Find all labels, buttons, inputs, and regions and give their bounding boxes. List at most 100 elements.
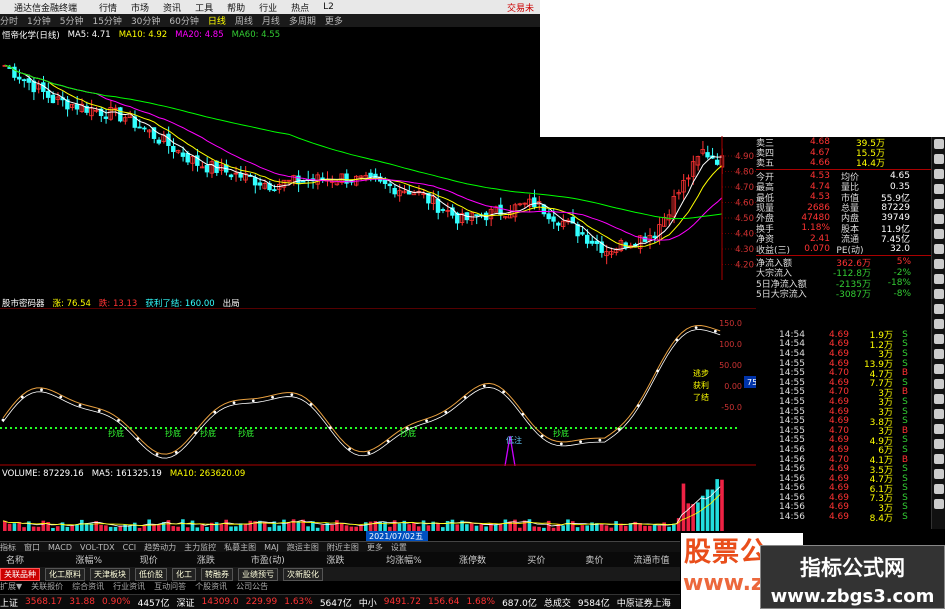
indicator-tab[interactable]: 主力监控 [184, 542, 216, 553]
tool-icon[interactable] [933, 259, 944, 269]
menu-item[interactable]: L2 [323, 2, 334, 12]
tool-icon[interactable] [933, 199, 944, 209]
column-header-cell[interactable]: 涨跌 [301, 553, 370, 566]
menu-item[interactable]: 工具 [195, 1, 213, 14]
column-header-cell[interactable]: 均涨幅% [370, 553, 439, 566]
period-tab[interactable]: 60分钟 [169, 14, 198, 27]
tick-side: S [902, 502, 908, 513]
tool-icon[interactable] [933, 319, 944, 329]
period-tab[interactable]: 更多 [325, 14, 343, 27]
signal-dot [136, 437, 140, 441]
tool-icon[interactable] [933, 184, 944, 194]
menu-item[interactable]: 行业 [259, 1, 277, 14]
tool-icon[interactable] [933, 439, 944, 449]
period-tab[interactable]: 多周期 [289, 14, 316, 27]
tool-icon[interactable] [933, 169, 944, 179]
candle-body [257, 182, 263, 186]
indicator-tab[interactable]: 趋势动力 [144, 542, 176, 553]
period-tab[interactable]: 周线 [235, 14, 253, 27]
tick-side: S [902, 377, 908, 388]
news-tab[interactable]: 互动问答 [154, 581, 186, 592]
news-tab[interactable]: 扩展▼ [0, 581, 22, 592]
trade-button[interactable]: 交易未 [507, 1, 534, 14]
index-label[interactable]: 上证 [0, 596, 18, 609]
column-header-cell[interactable]: 涨跌 [177, 553, 234, 566]
indicator-tab[interactable]: MACD [48, 543, 72, 552]
tool-icon[interactable] [933, 379, 944, 389]
menu-item[interactable]: 市场 [131, 1, 149, 14]
period-tab[interactable]: 月线 [262, 14, 280, 27]
sector-tag[interactable]: 业绩预亏 [238, 567, 278, 581]
tick-time: 14:54 [779, 339, 805, 350]
column-header-cell[interactable]: 涨停数 [438, 553, 507, 566]
tool-icon[interactable] [933, 139, 944, 149]
tool-icon[interactable] [933, 454, 944, 464]
indicator-tab[interactable]: 窗口 [24, 542, 40, 553]
sector-tag[interactable]: 关联品种 [0, 567, 40, 581]
column-header-cell[interactable]: 现价 [120, 553, 177, 566]
column-header-cell[interactable]: 名称 [0, 553, 57, 566]
column-header-cell[interactable]: 流通市值 [623, 553, 680, 566]
indicator-tab[interactable]: MAJ [264, 543, 279, 552]
tool-icon[interactable] [933, 304, 944, 314]
sector-tag[interactable]: 转融券 [201, 567, 233, 581]
indicator-tab[interactable]: 跑运主图 [287, 542, 319, 553]
volume-chart[interactable]: 600004000020000X102021/07/02五 [0, 479, 756, 541]
sector-tag[interactable]: 低价股 [135, 567, 167, 581]
period-tab[interactable]: 30分钟 [131, 14, 160, 27]
tool-icon[interactable] [933, 364, 944, 374]
volume-bar [214, 522, 219, 531]
tool-icon[interactable] [933, 349, 944, 359]
indicator-tab[interactable]: 设置 [391, 542, 407, 553]
column-header-cell[interactable]: 涨幅% [57, 553, 120, 566]
news-tab[interactable]: 行业资讯 [113, 581, 145, 592]
news-tab[interactable]: 公司公告 [236, 581, 268, 592]
tool-icon[interactable] [933, 424, 944, 434]
indicator-tab[interactable]: 更多 [367, 542, 383, 553]
tool-icon[interactable] [933, 154, 944, 164]
menu-item[interactable]: 行情 [99, 1, 117, 14]
volume-bar [623, 525, 628, 531]
tool-icon[interactable] [933, 484, 944, 494]
tool-icon[interactable] [933, 289, 944, 299]
menu-item[interactable]: 热点 [291, 1, 309, 14]
tool-icon[interactable] [933, 469, 944, 479]
sector-tag[interactable]: 天津板块 [90, 567, 130, 581]
tick-list[interactable]: 14:54 4.69 1.9万 S 14:54 4.69 1.2万 S 14:54 4.69 3万 S… [779, 330, 931, 524]
sector-tag[interactable]: 次新股化 [283, 567, 323, 581]
menu-item[interactable]: 帮助 [227, 1, 245, 14]
column-header-cell[interactable]: 买价 [507, 553, 566, 566]
column-header-cell[interactable]: 卖价 [566, 553, 623, 566]
indicator-tab[interactable]: VOL-TDX [80, 543, 115, 552]
period-tab[interactable]: 1分钟 [27, 14, 51, 27]
news-tab[interactable]: 个股资讯 [195, 581, 227, 592]
period-tab[interactable]: 5分钟 [60, 14, 84, 27]
index-label[interactable]: 深证 [177, 596, 195, 609]
column-header-cell[interactable]: 市盈(动) [234, 553, 301, 566]
sector-tag[interactable]: 化工 [172, 567, 196, 581]
news-tab[interactable]: 关联报价 [31, 581, 63, 592]
indicator-tab[interactable]: CCI [123, 543, 137, 552]
sector-tag[interactable]: 化工原料 [45, 567, 85, 581]
index-label[interactable]: 中小 [359, 596, 377, 609]
indicator-tab[interactable]: 附近主图 [327, 542, 359, 553]
side-toolbar[interactable] [931, 137, 945, 529]
tool-icon[interactable] [933, 409, 944, 419]
indicator-tab[interactable]: 指标 [0, 542, 16, 553]
volume-bar [378, 521, 383, 531]
tool-icon[interactable] [933, 394, 944, 404]
tool-icon[interactable] [933, 499, 944, 509]
tool-icon[interactable] [933, 274, 944, 284]
period-tab-active[interactable]: 日线 [208, 14, 226, 27]
period-tab[interactable]: 15分钟 [92, 14, 121, 27]
candlestick-chart[interactable]: 4.90 4.80 4.70 4.60 4.50 4.40 4.30 4.20 [0, 40, 756, 280]
tool-icon[interactable] [933, 334, 944, 344]
indicator-tab[interactable]: 私募主图 [224, 542, 256, 553]
menu-item[interactable]: 资讯 [163, 1, 181, 14]
tool-icon[interactable] [933, 229, 944, 239]
news-tab[interactable]: 综合资讯 [72, 581, 104, 592]
period-tab[interactable]: 分时 [0, 14, 18, 27]
indicator-chart[interactable]: 抄底 抄底 抄底 抄底 抄底 抄底低注 逃步获利了结 75.20 150.0 100.0 50.00… [0, 308, 756, 466]
tool-icon[interactable] [933, 214, 944, 224]
tool-icon[interactable] [933, 244, 944, 254]
